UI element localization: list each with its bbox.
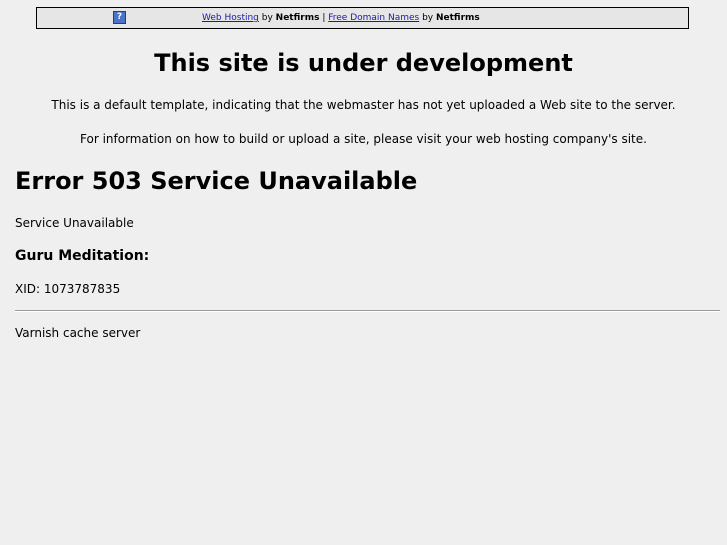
guru-meditation-heading: Guru Meditation: [15,248,150,264]
banner-brand-1: Netfirms [275,13,320,23]
xid-value: XID: 1073787835 [15,282,121,296]
question-icon[interactable]: ? [113,11,126,24]
error-title: Error 503 Service Unavailable [15,167,418,195]
banner-by-2: by [419,13,436,23]
divider [15,310,720,312]
varnish-footer: Varnish cache server [15,326,141,340]
default-template-notice: This is a default template, indicating t… [51,98,676,112]
error-message: Service Unavailable [15,216,134,230]
web-hosting-link[interactable]: Web Hosting [202,13,259,23]
banner-text: Web Hosting by Netfirms | Free Domain Na… [202,12,480,24]
banner-brand-2: Netfirms [435,13,480,23]
free-domain-names-link[interactable]: Free Domain Names [328,13,419,23]
hosting-info-notice: For information on how to build or uploa… [80,132,647,146]
banner-separator: | [319,13,329,23]
page-title: This site is under development [154,49,573,77]
banner-by-1: by [258,13,276,23]
netfirms-banner: ? Web Hosting by Netfirms | Free Domain … [36,7,689,29]
